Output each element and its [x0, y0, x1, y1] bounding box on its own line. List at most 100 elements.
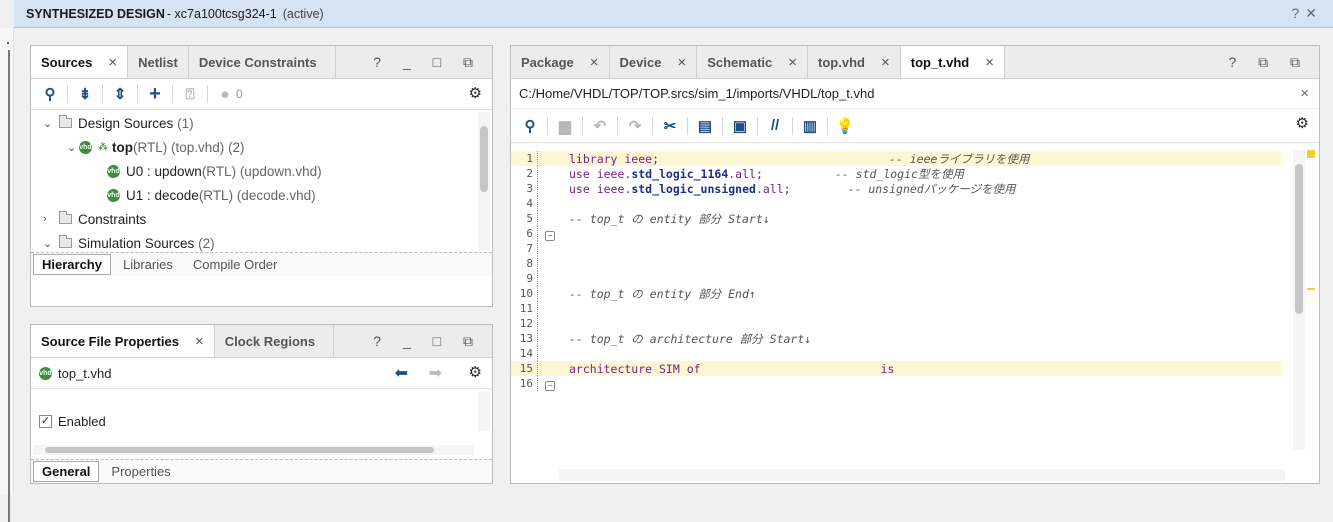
- chevron-down-icon[interactable]: ⌄: [43, 237, 55, 250]
- line-number: 7: [526, 242, 533, 255]
- tab-source-file-properties[interactable]: Source File Properties ×: [31, 325, 215, 357]
- gear-icon[interactable]: ⚙: [469, 84, 482, 102]
- banner-controls[interactable]: ?✕: [1291, 5, 1323, 22]
- editor-tab-top-t-vhd[interactable]: top_t.vhd ×: [900, 46, 1005, 78]
- code-token: -- top_t の entity 部分 End↑: [569, 286, 756, 301]
- folder-icon: [59, 115, 72, 128]
- editor-tabbar: Package × Device × Schematic × top.vhd × top_t.v…: [511, 46, 1319, 79]
- tree-item-u1[interactable]: vhd U1 : decode (RTL) (decode.vhd): [107, 183, 316, 207]
- expand-all-icon[interactable]: ⇕: [109, 83, 131, 105]
- panel-controls[interactable]: ? _ □ ⧉: [373, 333, 482, 350]
- save-icon[interactable]: ▆: [554, 115, 576, 137]
- tree-item-simulation-sources[interactable]: ⌄ Simulation Sources (2): [43, 231, 215, 255]
- tree-item-design-sources[interactable]: ⌄ Design Sources (1): [43, 111, 194, 135]
- editor-tab-device[interactable]: Device ×: [610, 46, 698, 78]
- close-icon[interactable]: ×: [195, 333, 204, 350]
- close-icon[interactable]: ×: [788, 54, 797, 71]
- sources-tabbar: Sources × Netlist Device Constraints ? _ …: [31, 46, 492, 79]
- code-token: use ieee.: [569, 181, 632, 196]
- tab-compile-order[interactable]: Compile Order: [185, 255, 286, 274]
- code-line: 3 use ieee.std_logic_unsigned.all; -- unsi…: [511, 181, 1281, 196]
- code-line: 13 -- top_t の architecture 部分 Start↓: [511, 331, 1281, 346]
- line-number: 3: [526, 182, 533, 195]
- gear-icon[interactable]: ⚙: [1296, 114, 1309, 132]
- back-arrow-icon[interactable]: ⬅: [395, 363, 408, 383]
- checkbox-icon[interactable]: ✓: [39, 414, 52, 428]
- file-path-bar: C:/Home/VHDL/TOP/TOP.srcs/sim_1/imports/…: [511, 79, 1319, 109]
- code-token: -- unsignedパッケージを使用: [847, 181, 1016, 196]
- gear-icon[interactable]: ⚙: [469, 363, 482, 381]
- code-line: 11: [511, 301, 1281, 316]
- code-token: use ieee.: [569, 166, 632, 181]
- enabled-checkbox[interactable]: ✓ Enabled: [39, 409, 106, 433]
- code-token: std_logic_1164: [631, 166, 729, 181]
- close-icon[interactable]: ×: [985, 54, 994, 71]
- banner-device: - xc7a100tcsg324-1: [166, 6, 277, 21]
- vhdl-file-icon: vhd: [79, 140, 92, 154]
- search-icon[interactable]: ⚲: [39, 83, 61, 105]
- tab-properties[interactable]: Properties: [103, 462, 178, 481]
- comment-icon[interactable]: //: [764, 115, 786, 137]
- cut-icon[interactable]: ✂: [659, 115, 681, 137]
- tab-libraries[interactable]: Libraries: [115, 255, 181, 274]
- forward-arrow-icon[interactable]: ➡: [429, 363, 442, 383]
- line-number: 10: [519, 287, 533, 300]
- columns-icon[interactable]: ▥: [799, 115, 821, 137]
- properties-vscroll[interactable]: [478, 391, 490, 431]
- tab-general[interactable]: General: [33, 461, 100, 482]
- properties-hscroll[interactable]: [33, 445, 474, 455]
- properties-body: ✓ Enabled: [31, 389, 492, 459]
- code-token: std_logic_unsigned: [631, 181, 756, 196]
- collapse-all-icon[interactable]: ⇟: [74, 83, 96, 105]
- help-icon[interactable]: ?: [1291, 5, 1305, 21]
- line-number: 8: [526, 257, 533, 270]
- editor-vscroll[interactable]: [1293, 150, 1305, 450]
- editor-tab-schematic[interactable]: Schematic ×: [697, 46, 809, 78]
- editor-tab-package[interactable]: Package ×: [511, 46, 610, 78]
- tab-device-constraints[interactable]: Device Constraints: [189, 46, 336, 78]
- close-icon[interactable]: ×: [1300, 85, 1309, 102]
- editor-tab-top-vhd[interactable]: top.vhd ×: [808, 46, 901, 78]
- sources-tree: ⌄ Design Sources (1) ⌄ vhd ⁂ top (RTL) (top.v…: [31, 110, 492, 252]
- panel-controls[interactable]: ? ⧉ ⧉: [1228, 54, 1309, 71]
- file-path: C:/Home/VHDL/TOP/TOP.srcs/sim_1/imports/…: [519, 86, 875, 101]
- close-icon[interactable]: ×: [677, 54, 686, 71]
- close-icon[interactable]: ×: [590, 54, 599, 71]
- chevron-down-icon[interactable]: ⌄: [43, 117, 55, 130]
- chevron-right-icon[interactable]: ›: [43, 213, 55, 225]
- code-editor[interactable]: − − 1 library ieee; -- ieeeライブラリを使用 2 use ie…: [511, 148, 1319, 483]
- code-token: -- top_t の entity 部分 Start↓: [569, 211, 770, 226]
- tree-item-top[interactable]: ⌄ vhd ⁂ top (RTL) (top.vhd) (2): [67, 135, 245, 159]
- close-icon[interactable]: ✕: [1305, 5, 1323, 21]
- sources-panel: Sources × Netlist Device Constraints ? _ …: [30, 45, 493, 307]
- help-box-icon[interactable]: ⍰: [179, 83, 201, 105]
- tab-hierarchy[interactable]: Hierarchy: [33, 254, 111, 275]
- paste-icon[interactable]: ▣: [729, 115, 751, 137]
- tab-sources[interactable]: Sources ×: [31, 46, 129, 78]
- tree-item-u0[interactable]: vhd U0 : updown (RTL) (updown.vhd): [107, 159, 322, 183]
- editor-hscroll[interactable]: [559, 469, 1285, 481]
- undo-icon[interactable]: ↶: [589, 115, 611, 137]
- panel-controls[interactable]: ? _ □ ⧉: [373, 54, 482, 71]
- redo-icon[interactable]: ↷: [624, 115, 646, 137]
- code-line: 4: [511, 196, 1281, 211]
- tree-scrollbar[interactable]: [478, 112, 490, 250]
- code-token: is: [880, 361, 895, 376]
- source-file-properties-panel: Source File Properties × Clock Regions ? …: [30, 324, 493, 484]
- tab-netlist[interactable]: Netlist: [128, 46, 189, 78]
- code-token: .all;: [728, 166, 763, 181]
- scroll-thumb[interactable]: [1295, 164, 1303, 314]
- close-icon[interactable]: ×: [881, 54, 890, 71]
- close-icon[interactable]: ×: [108, 54, 117, 71]
- tree-item-constraints[interactable]: › Constraints: [43, 207, 146, 231]
- folder-icon: [59, 235, 72, 248]
- vhdl-file-icon: vhd: [39, 366, 52, 380]
- line-number: 1: [526, 152, 533, 165]
- lightbulb-icon[interactable]: 💡: [834, 115, 856, 137]
- scroll-thumb[interactable]: [480, 126, 488, 192]
- search-icon[interactable]: ⚲: [519, 115, 541, 137]
- chevron-down-icon[interactable]: ⌄: [67, 141, 79, 154]
- add-sources-icon[interactable]: +: [144, 83, 166, 105]
- tab-clock-regions[interactable]: Clock Regions: [215, 325, 335, 357]
- copy-icon[interactable]: ▤: [694, 115, 716, 137]
